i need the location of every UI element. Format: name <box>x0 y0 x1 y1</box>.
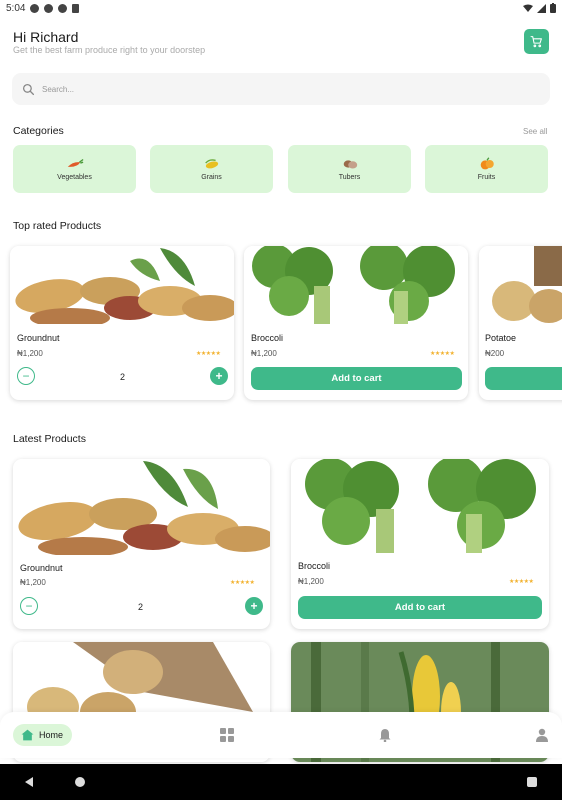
quantity-value: 2 <box>138 602 144 612</box>
broccoli-image <box>244 246 468 324</box>
recent-apps-icon[interactable] <box>527 777 537 787</box>
category-label: Tubers <box>338 174 361 181</box>
home-icon <box>21 729 34 741</box>
quantity-value: 2 <box>120 372 126 382</box>
notification-c-icon <box>58 3 68 13</box>
search-icon <box>22 83 35 95</box>
search-bar[interactable] <box>12 73 550 105</box>
product-price: ₦200 <box>485 349 505 358</box>
see-all-link[interactable]: See all <box>523 127 547 136</box>
product-name: Groundnut <box>20 563 63 573</box>
status-time: 5:04 <box>6 2 26 14</box>
product-name: Broccoli <box>298 561 331 571</box>
add-to-cart-button[interactable]: Add to cart <box>251 367 462 390</box>
greeting: Hi Richard <box>13 29 79 45</box>
tubers-icon <box>343 160 357 169</box>
product-price: ₦1,200 <box>20 578 46 587</box>
product-name: Broccoli <box>251 333 284 343</box>
notification-a-icon <box>30 3 40 13</box>
category-grains[interactable]: Grains <box>150 145 273 193</box>
cart-button[interactable] <box>524 29 549 54</box>
category-label: Fruits <box>477 174 496 181</box>
fruits-icon <box>480 157 494 170</box>
decrease-quantity-button[interactable]: − <box>20 597 38 615</box>
product-price: ₦1,200 <box>251 349 277 358</box>
increase-quantity-button[interactable]: + <box>210 367 228 385</box>
profile-icon[interactable] <box>535 728 549 742</box>
search-input[interactable] <box>42 84 522 94</box>
product-name: Potatoe <box>485 333 517 343</box>
grid-icon[interactable] <box>220 728 234 742</box>
bottom-navigation: Home <box>0 712 562 758</box>
product-price: ₦1,200 <box>17 349 43 358</box>
add-to-cart-button[interactable] <box>485 367 562 390</box>
potatoe-image <box>479 246 562 324</box>
product-card-broccoli[interactable]: Broccoli ₦1,200 ★★★★★ Add to cart <box>291 459 549 629</box>
product-card-potatoe[interactable]: Potatoe ₦200 <box>479 246 562 400</box>
system-navigation-bar <box>0 764 562 800</box>
sim-icon <box>72 3 80 13</box>
nav-home-tab[interactable]: Home <box>13 724 73 746</box>
vegetables-icon <box>67 158 84 167</box>
notification-b-icon <box>44 3 54 13</box>
category-vegetables[interactable]: Vegetables <box>13 145 136 193</box>
add-to-cart-button[interactable]: Add to cart <box>298 596 542 619</box>
category-fruits[interactable]: Fruits <box>425 145 548 193</box>
top-rated-title: Top rated Products <box>13 220 102 232</box>
status-bar: 5:04 <box>0 0 562 16</box>
rating-stars: ★★★★★ <box>230 580 255 586</box>
product-card-groundnut[interactable]: Groundnut ₦1,200 ★★★★★ − 2 + <box>13 459 270 629</box>
broccoli-image <box>291 459 549 553</box>
greeting-subtitle: Get the best farm produce right to your … <box>13 45 206 55</box>
category-tubers[interactable]: Tubers <box>288 145 411 193</box>
battery-icon <box>550 3 556 13</box>
cart-icon <box>530 36 542 48</box>
product-name: Groundnut <box>17 333 60 343</box>
product-price: ₦1,200 <box>298 577 324 586</box>
groundnut-image <box>10 246 234 324</box>
category-label: Vegetables <box>57 174 92 181</box>
back-icon[interactable] <box>25 777 33 787</box>
signal-icon <box>537 3 546 13</box>
grains-icon <box>204 159 218 169</box>
category-label: Grains <box>201 174 222 181</box>
rating-stars: ★★★★★ <box>430 351 455 357</box>
product-card-groundnut[interactable]: Groundnut ₦1,200 ★★★★★ − 2 + <box>10 246 234 400</box>
groundnut-image <box>13 459 270 555</box>
status-left: 5:04 <box>6 2 80 14</box>
latest-products-title: Latest Products <box>13 433 86 445</box>
system-home-icon[interactable] <box>75 777 85 787</box>
product-card-broccoli[interactable]: Broccoli ₦1,200 ★★★★★ Add to cart <box>244 246 468 400</box>
rating-stars: ★★★★★ <box>196 351 221 357</box>
rating-stars: ★★★★★ <box>509 579 534 585</box>
wifi-icon <box>523 4 533 12</box>
categories-title: Categories <box>13 125 64 137</box>
status-right <box>523 3 556 13</box>
decrease-quantity-button[interactable]: − <box>17 367 35 385</box>
increase-quantity-button[interactable]: + <box>245 597 263 615</box>
bell-icon[interactable] <box>378 728 392 742</box>
nav-home-label: Home <box>39 730 64 740</box>
